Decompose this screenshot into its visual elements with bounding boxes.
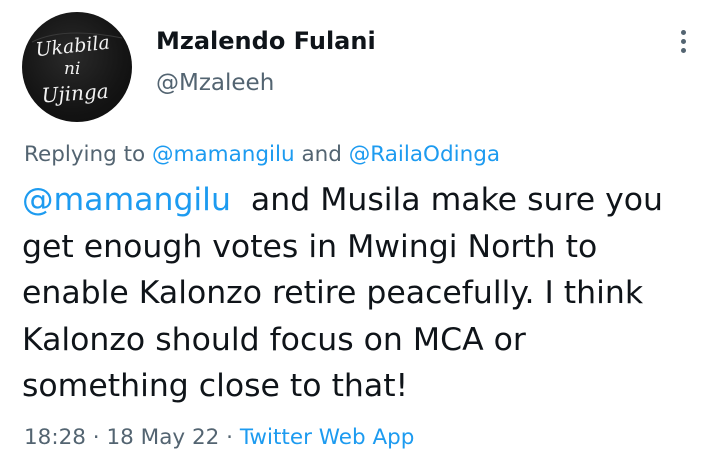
tweet-mention[interactable]: @mamangilu xyxy=(22,182,231,218)
author-handle[interactable]: @Mzaleeh xyxy=(156,68,376,98)
avatar-line-3: Ujinga xyxy=(41,79,110,108)
avatar-image: Ukabila ni Ujinga xyxy=(31,32,123,108)
tweet-header: Ukabila ni Ujinga Mzalendo Fulani @Mzale… xyxy=(22,12,700,124)
tweet-time[interactable]: 18:28 xyxy=(24,425,86,450)
tweet-text: @mamangilu and Musila make sure you get … xyxy=(22,177,702,410)
tweet-meta: 18:28 · 18 May 22 · Twitter Web App xyxy=(24,423,414,453)
tweet-source[interactable]: Twitter Web App xyxy=(240,425,415,450)
tweet-date[interactable]: 18 May 22 xyxy=(106,425,219,450)
more-vertical-icon[interactable] xyxy=(678,30,688,60)
more-dot-3 xyxy=(680,48,686,53)
avatar[interactable]: Ukabila ni Ujinga xyxy=(22,12,132,122)
more-dot-2 xyxy=(680,39,686,44)
author-display-name[interactable]: Mzalendo Fulani xyxy=(156,26,376,56)
author-names: Mzalendo Fulani @Mzaleeh xyxy=(156,26,376,98)
tweet-card: Ukabila ni Ujinga Mzalendo Fulani @Mzale… xyxy=(0,0,720,472)
avatar-line-2: ni xyxy=(64,59,80,79)
avatar-line-1: Ukabila xyxy=(34,32,110,62)
meta-separator: · xyxy=(85,425,107,450)
reply-mention-railaodinga[interactable]: @RailaOdinga xyxy=(349,142,500,167)
more-dot-1 xyxy=(680,30,686,35)
replying-conjunction: and xyxy=(294,142,349,167)
reply-mention-mamangilu[interactable]: @mamangilu xyxy=(152,142,295,167)
replying-to-line: Replying to @mamangilu and @RailaOdinga xyxy=(24,141,500,169)
replying-prefix: Replying to xyxy=(24,142,153,167)
meta-separator: · xyxy=(219,425,240,450)
